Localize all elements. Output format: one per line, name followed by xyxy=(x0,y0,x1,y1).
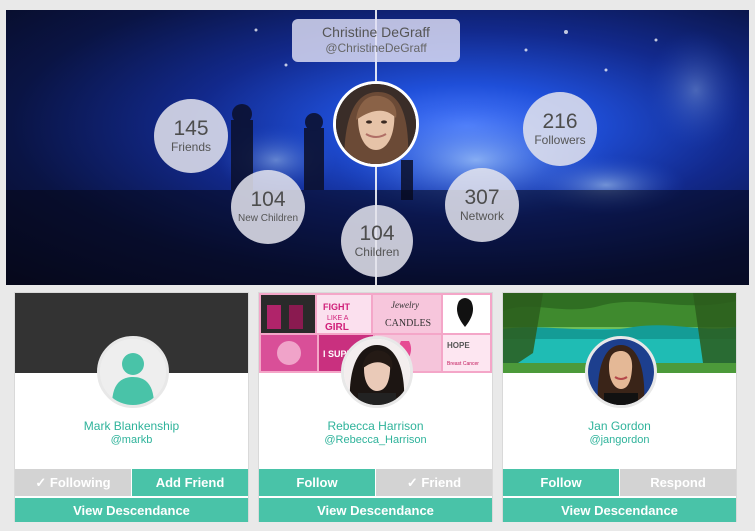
follow-button[interactable]: Follow xyxy=(259,469,375,496)
stat-children-value: 104 xyxy=(359,221,395,245)
cover-text-jewelry: Jewelry xyxy=(391,300,419,310)
stat-network-label: Network xyxy=(459,208,504,223)
user-silhouette-icon xyxy=(100,339,166,405)
stat-friends-label: Friends xyxy=(170,139,211,154)
user-photo-image xyxy=(588,339,654,405)
view-descendance-button[interactable]: View Descendance xyxy=(503,498,736,522)
user-avatar[interactable] xyxy=(341,336,413,408)
stat-followers-label: Followers xyxy=(534,132,586,147)
stat-new-children-value: 104 xyxy=(250,187,286,211)
stat-network[interactable]: 307 Network xyxy=(445,168,519,242)
card-action-row: Follow Respond xyxy=(503,469,736,496)
profile-full-name: Christine DeGraff xyxy=(322,24,430,40)
cover-text-like-a: LIKE A xyxy=(327,315,349,322)
add-friend-button[interactable]: Add Friend xyxy=(132,469,248,496)
user-photo-image xyxy=(344,339,410,405)
user-card-rebecca: FIGHT LIKE A GIRL Jewelry CANDLES I SUPP… xyxy=(258,292,493,522)
stat-friends[interactable]: 145 Friends xyxy=(154,99,228,173)
stat-new-children-label: New Children xyxy=(237,212,299,224)
stat-children[interactable]: 104 Children xyxy=(341,205,413,277)
respond-button[interactable]: Respond xyxy=(620,469,736,496)
stat-followers[interactable]: 216 Followers xyxy=(523,92,597,166)
stat-network-value: 307 xyxy=(464,185,500,209)
profile-avatar[interactable] xyxy=(333,81,419,167)
user-card-mark: Mark Blankenship @markb ✓ Following Add … xyxy=(14,292,249,522)
card-user-handle[interactable]: @jangordon xyxy=(503,434,736,446)
card-action-row: Follow ✓ Friend xyxy=(259,469,492,496)
profile-handle: @ChristineDeGraff xyxy=(325,41,427,55)
card-user-handle[interactable]: @Rebecca_Harrison xyxy=(259,434,492,446)
view-descendance-button[interactable]: View Descendance xyxy=(259,498,492,522)
user-avatar[interactable] xyxy=(585,336,657,408)
card-user-name[interactable]: Mark Blankenship xyxy=(15,419,248,433)
stat-new-children[interactable]: 104 New Children xyxy=(231,170,305,244)
page: Christine DeGraff @ChristineDeGraff 145 … xyxy=(0,0,755,531)
stat-friends-value: 145 xyxy=(173,116,209,140)
friend-button[interactable]: ✓ Friend xyxy=(376,469,492,496)
cover-text-breast-cancer: Breast Cancer xyxy=(447,361,479,367)
cover-text-fight: FIGHT xyxy=(323,302,350,312)
view-descendance-button[interactable]: View Descendance xyxy=(15,498,248,522)
follow-button[interactable]: Follow xyxy=(503,469,619,496)
following-button[interactable]: ✓ Following xyxy=(15,469,131,496)
default-user-avatar[interactable] xyxy=(97,336,169,408)
user-card-jan: Jan Gordon @jangordon Follow Respond Vie… xyxy=(502,292,737,522)
cover-text-candles: CANDLES xyxy=(385,318,431,329)
profile-avatar-image xyxy=(336,84,416,164)
stat-children-label: Children xyxy=(354,244,400,259)
card-action-row: ✓ Following Add Friend xyxy=(15,469,248,496)
card-user-name[interactable]: Rebecca Harrison xyxy=(259,419,492,433)
stat-followers-value: 216 xyxy=(542,109,578,133)
cover-text-girl: GIRL xyxy=(325,322,349,333)
profile-name-box[interactable]: Christine DeGraff @ChristineDeGraff xyxy=(292,19,460,62)
card-user-name[interactable]: Jan Gordon xyxy=(503,419,736,433)
card-user-handle[interactable]: @markb xyxy=(15,434,248,446)
cover-text-hope: HOPE xyxy=(447,341,470,350)
